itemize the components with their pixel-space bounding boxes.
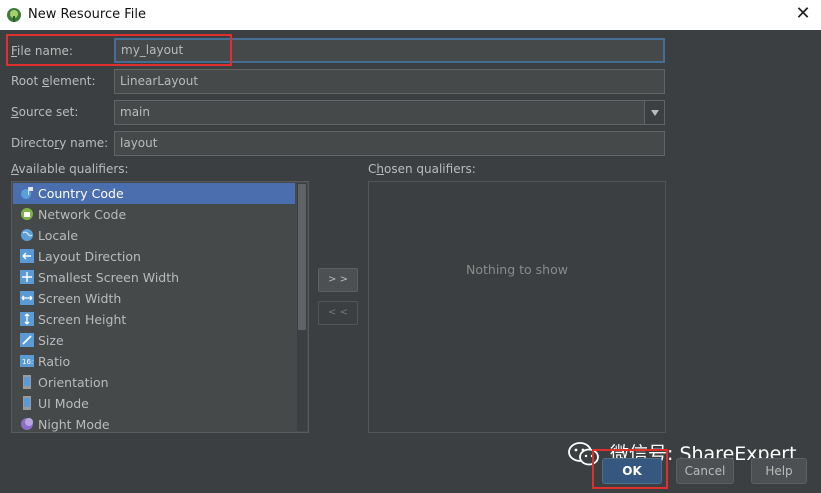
ui-mode-icon xyxy=(23,396,31,410)
available-qualifiers-label: Available qualifiers: xyxy=(11,162,129,176)
globe-flag-icon xyxy=(21,187,33,199)
qualifier-smallest-screen-width[interactable]: Smallest Screen Width xyxy=(13,267,295,288)
cancel-button[interactable]: Cancel xyxy=(676,458,734,484)
size-icon xyxy=(20,333,34,347)
globe-icon xyxy=(21,229,33,241)
night-mode-icon xyxy=(21,418,33,430)
chosen-qualifiers-label: Chosen qualifiers: xyxy=(368,162,476,176)
android-studio-icon xyxy=(7,8,21,22)
add-qualifier-button[interactable]: > > xyxy=(318,268,358,292)
qualifier-ratio[interactable]: 16:9 Ratio xyxy=(13,351,295,372)
help-button[interactable]: Help xyxy=(751,458,807,484)
wechat-icon xyxy=(568,442,599,466)
qualifier-orientation[interactable]: Orientation xyxy=(13,372,295,393)
file-name-input[interactable]: my_layout xyxy=(114,38,665,63)
qualifier-network-code[interactable]: Network Code xyxy=(13,204,295,225)
close-icon[interactable]: ✕ xyxy=(793,4,813,24)
screen-height-icon xyxy=(20,312,34,326)
screen-width-icon xyxy=(20,291,34,305)
smallest-width-icon xyxy=(20,270,34,284)
source-set-select[interactable]: main xyxy=(114,100,665,125)
qualifier-night-mode[interactable]: Night Mode xyxy=(13,414,295,432)
list-scrollbar-thumb[interactable] xyxy=(298,184,306,330)
orientation-icon xyxy=(23,375,31,389)
available-qualifiers-list[interactable]: Country Code Network Code Locale Layout … xyxy=(11,181,309,433)
title-bar: New Resource File ✕ xyxy=(0,0,821,30)
qualifier-screen-height[interactable]: Screen Height xyxy=(13,309,295,330)
qualifier-country-code[interactable]: Country Code xyxy=(13,183,295,204)
directory-name-input[interactable]: layout xyxy=(114,131,665,156)
window-title: New Resource File xyxy=(28,7,146,22)
source-set-value: main xyxy=(120,105,150,119)
source-set-label: Source set: xyxy=(11,105,79,119)
remove-qualifier-button[interactable]: < < xyxy=(318,301,358,325)
chevron-down-icon[interactable] xyxy=(644,101,664,124)
empty-state-text: Nothing to show xyxy=(466,262,568,277)
qualifier-locale[interactable]: Locale xyxy=(13,225,295,246)
root-element-input[interactable]: LinearLayout xyxy=(114,69,665,94)
ok-button[interactable]: OK xyxy=(602,458,662,484)
chosen-qualifiers-list[interactable]: Nothing to show xyxy=(368,181,666,433)
directory-name-label: Directory name: xyxy=(11,136,109,150)
qualifier-layout-direction[interactable]: Layout Direction xyxy=(13,246,295,267)
network-icon xyxy=(21,208,33,220)
svg-text:16:9: 16:9 xyxy=(22,358,34,366)
qualifier-screen-width[interactable]: Screen Width xyxy=(13,288,295,309)
file-name-label: File name: xyxy=(11,44,73,58)
ratio-icon: 16:9 xyxy=(20,355,34,367)
root-element-label: Root element: xyxy=(11,74,96,88)
qualifier-size[interactable]: Size xyxy=(13,330,295,351)
qualifier-ui-mode[interactable]: UI Mode xyxy=(13,393,295,414)
layout-direction-icon xyxy=(20,249,34,263)
